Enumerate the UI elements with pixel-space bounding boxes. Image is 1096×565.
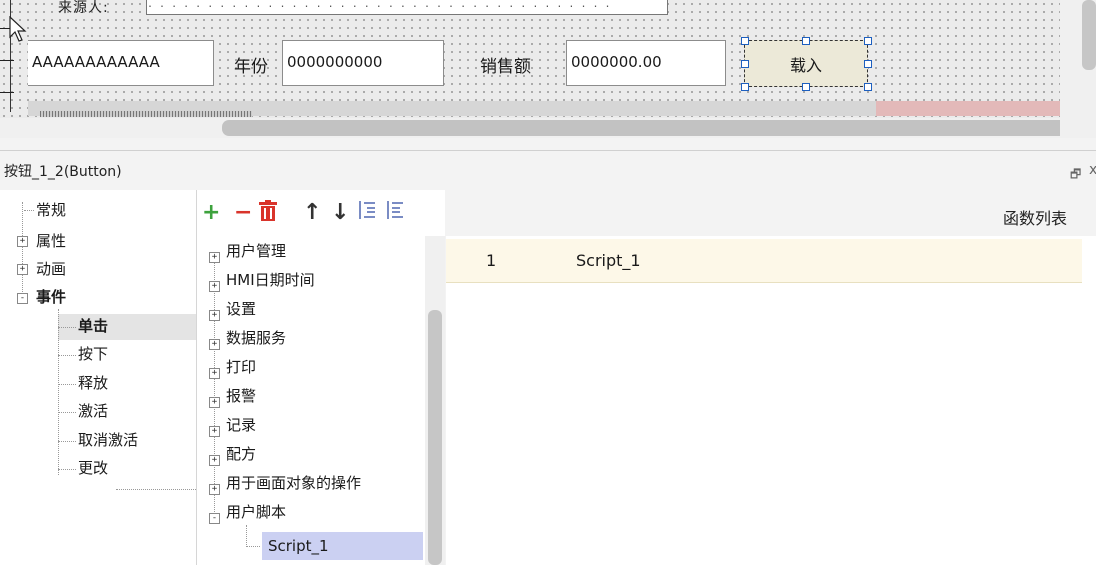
function-list-row[interactable]: 1 Script_1 bbox=[446, 239, 1082, 283]
load-button[interactable]: 载入 bbox=[744, 40, 868, 87]
sales-field[interactable]: 0000000.00 bbox=[566, 40, 726, 86]
year-label: 年份 bbox=[234, 57, 268, 77]
tree-item-animation[interactable]: 动画 bbox=[36, 257, 66, 281]
panel-title: 按钮_1_2(Button) bbox=[4, 164, 122, 180]
canvas-hatched-object bbox=[40, 111, 252, 117]
tree-line bbox=[58, 355, 76, 356]
function-list-pane bbox=[446, 236, 1096, 565]
func-tree-script-1[interactable]: Script_1 bbox=[268, 534, 329, 558]
event-item-click[interactable]: 单击 bbox=[78, 314, 108, 338]
scrollbar-thumb[interactable] bbox=[222, 120, 1082, 136]
ruler-tick bbox=[0, 92, 14, 93]
func-tree-user-script[interactable]: 用户脚本 bbox=[226, 500, 286, 524]
func-tree-settings[interactable]: 设置 bbox=[226, 297, 256, 321]
func-tree-user-management[interactable]: 用户管理 bbox=[226, 239, 286, 263]
func-tree-log[interactable]: 记录 bbox=[226, 413, 256, 437]
add-icon[interactable]: + bbox=[202, 200, 220, 226]
expand-icon[interactable]: + bbox=[209, 252, 220, 263]
move-up-icon[interactable]: ↑ bbox=[303, 200, 321, 226]
restore-window-icon[interactable]: 🗗 bbox=[1070, 165, 1081, 186]
function-tree-scrollbar[interactable] bbox=[425, 236, 445, 565]
func-tree-print[interactable]: 打印 bbox=[226, 355, 256, 379]
canvas-object-strip-red bbox=[876, 101, 1060, 116]
scrollbar-thumb[interactable] bbox=[428, 310, 442, 565]
sales-label: 销售额 bbox=[480, 57, 531, 77]
tree-line bbox=[58, 469, 76, 470]
event-item-activate[interactable]: 激活 bbox=[78, 399, 108, 423]
event-item-release[interactable]: 释放 bbox=[78, 371, 108, 395]
resize-handle[interactable] bbox=[802, 83, 810, 91]
properties-panel-header: 按钮_1_2(Button) 🗗 x bbox=[0, 150, 1096, 191]
expand-icon[interactable]: + bbox=[209, 368, 220, 379]
year-field[interactable]: 0000000000 bbox=[282, 40, 444, 86]
resize-handle[interactable] bbox=[741, 60, 749, 68]
tree-line bbox=[116, 489, 196, 490]
load-button-label: 载入 bbox=[789, 55, 822, 75]
tree-item-events[interactable]: 事件 bbox=[36, 285, 66, 309]
expand-icon[interactable]: + bbox=[209, 339, 220, 350]
expand-icon[interactable]: + bbox=[209, 484, 220, 495]
func-tree-recipe[interactable]: 配方 bbox=[226, 442, 256, 466]
name-field[interactable]: AAAAAAAAAAAA bbox=[28, 40, 214, 86]
function-list-header: 函数列表 bbox=[1003, 209, 1068, 228]
remove-icon[interactable]: − bbox=[234, 200, 252, 226]
tree-line bbox=[246, 546, 260, 547]
func-tree-data-service[interactable]: 数据服务 bbox=[226, 326, 286, 350]
expand-icon[interactable]: + bbox=[209, 281, 220, 292]
tree-line bbox=[58, 327, 76, 328]
resize-handle[interactable] bbox=[741, 37, 749, 45]
tree-item-properties[interactable]: 属性 bbox=[36, 229, 66, 253]
expand-icon[interactable]: + bbox=[209, 397, 220, 408]
collapse-icon[interactable]: - bbox=[209, 513, 220, 524]
expand-icon[interactable]: + bbox=[17, 264, 28, 275]
design-canvas[interactable]: 来源人: . . . . . . . . . . . . . . . . . .… bbox=[0, 0, 1080, 118]
tree-line bbox=[246, 525, 247, 547]
expand-icon[interactable]: + bbox=[209, 310, 220, 321]
canvas-horizontal-scrollbar[interactable] bbox=[0, 118, 1083, 138]
expand-icon[interactable]: + bbox=[209, 426, 220, 437]
expand-icon[interactable]: + bbox=[209, 455, 220, 466]
event-item-change[interactable]: 更改 bbox=[78, 456, 108, 480]
resize-handle[interactable] bbox=[802, 37, 810, 45]
cutoff-label: 来源人: bbox=[58, 0, 109, 16]
tree-line bbox=[58, 412, 76, 413]
scrollbar-thumb[interactable] bbox=[1082, 0, 1096, 70]
event-item-deactivate[interactable]: 取消激活 bbox=[78, 428, 138, 452]
tree-line bbox=[214, 252, 215, 520]
func-tree-screen-object-ops[interactable]: 用于画面对象的操作 bbox=[226, 471, 361, 495]
resize-handle[interactable] bbox=[864, 37, 872, 45]
resize-handle[interactable] bbox=[864, 60, 872, 68]
expand-icon[interactable]: + bbox=[17, 236, 28, 247]
outdent-icon[interactable] bbox=[386, 200, 404, 227]
delete-icon[interactable] bbox=[258, 200, 278, 228]
function-name: Script_1 bbox=[576, 251, 641, 270]
cutoff-input-field[interactable]: . . . . . . . . . . . . . . . . . . . . … bbox=[146, 0, 668, 15]
ruler-tick bbox=[0, 60, 14, 61]
canvas-vertical-scrollbar[interactable] bbox=[1060, 0, 1096, 138]
indent-icon[interactable] bbox=[358, 200, 376, 227]
event-item-press[interactable]: 按下 bbox=[78, 342, 108, 366]
tree-line bbox=[22, 202, 23, 298]
move-down-icon[interactable]: ↓ bbox=[331, 200, 349, 226]
tree-line bbox=[58, 384, 76, 385]
tree-line bbox=[58, 441, 76, 442]
tree-line bbox=[58, 309, 59, 475]
close-icon[interactable]: x bbox=[1089, 162, 1096, 178]
collapse-icon[interactable]: - bbox=[17, 293, 28, 304]
function-index: 1 bbox=[486, 251, 497, 270]
resize-handle[interactable] bbox=[864, 83, 872, 91]
resize-handle[interactable] bbox=[741, 83, 749, 91]
tree-line bbox=[24, 210, 34, 211]
tree-item-general[interactable]: 常规 bbox=[36, 198, 66, 222]
func-tree-alarm[interactable]: 报警 bbox=[226, 384, 256, 408]
func-tree-hmi-datetime[interactable]: HMI日期时间 bbox=[226, 268, 315, 292]
